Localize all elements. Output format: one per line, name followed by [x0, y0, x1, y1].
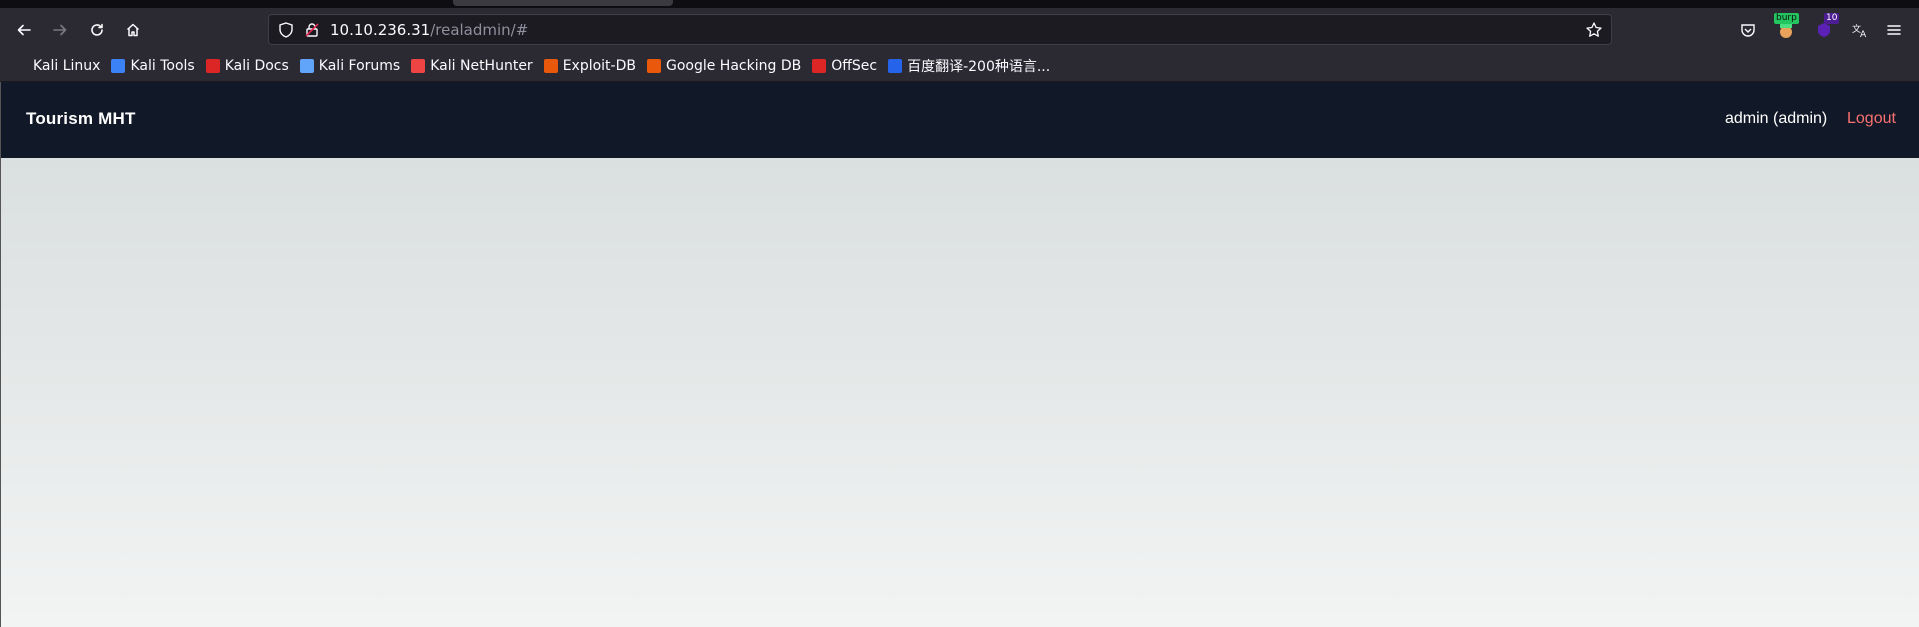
url-text[interactable]: 10.10.236.31/realadmin/# — [330, 20, 528, 40]
url-path: /realadmin/# — [430, 21, 529, 39]
bookmark-label: Kali Linux — [33, 57, 101, 74]
svg-text:A: A — [1860, 30, 1867, 39]
bookmark-item[interactable]: Google Hacking DB — [645, 53, 807, 79]
back-arrow-icon — [17, 24, 31, 36]
url-host: 10.10.236.31 — [330, 21, 431, 39]
translate-icon: 文A — [1852, 23, 1867, 39]
tracking-protection-shield-icon[interactable] — [277, 21, 295, 39]
bookmark-item[interactable]: Exploit-DB — [542, 53, 642, 79]
home-icon — [126, 23, 140, 37]
main-content-area — [1, 158, 1919, 627]
offsec-icon — [812, 58, 827, 73]
bookmark-label: 百度翻译-200种语言... — [907, 58, 1051, 75]
kali-dragon-icon — [14, 58, 28, 73]
counter-extension-button[interactable]: 10 — [1810, 13, 1840, 44]
reload-icon — [91, 23, 103, 36]
current-user-label: admin (admin) — [1725, 110, 1828, 127]
bookmark-item[interactable]: Kali Forums — [298, 53, 406, 79]
bookmark-item[interactable]: OffSec — [810, 53, 883, 79]
burp-badge: burp — [1774, 13, 1799, 24]
bookmarks-toolbar: Kali Linux Kali Tools Kali Docs Kali Forums… — [0, 50, 1919, 82]
app-menu-button[interactable] — [1880, 16, 1908, 44]
back-button[interactable] — [10, 16, 38, 44]
bookmark-item[interactable]: Kali NetHunter — [409, 53, 538, 79]
kali-forums-icon — [299, 58, 314, 73]
kali-docs-icon — [205, 58, 220, 73]
baidu-translate-icon — [888, 58, 903, 73]
web-page: Tourism MHT admin (admin) Logout — [0, 82, 1919, 627]
translate-button[interactable]: 文A — [1846, 16, 1874, 44]
bookmark-label: Kali Tools — [130, 57, 195, 74]
hamburger-menu-icon — [1887, 25, 1901, 35]
browser-toolbar: 10.10.236.31/realadmin/# burp 10 文A — [0, 8, 1919, 50]
bookmark-item[interactable]: Kali Tools — [109, 53, 200, 79]
bookmark-label: Kali Forums — [318, 57, 401, 74]
bookmark-item[interactable]: Kali Linux — [12, 53, 106, 79]
exploit-db-icon — [543, 58, 558, 73]
burp-extension-button[interactable]: burp — [1772, 13, 1800, 44]
bookmark-item[interactable]: 百度翻译-200种语言... — [886, 53, 1056, 79]
bookmark-item[interactable]: Kali Docs — [204, 53, 295, 79]
forward-button[interactable] — [46, 16, 74, 44]
address-bar[interactable]: 10.10.236.31/realadmin/# — [268, 14, 1612, 45]
reload-button[interactable] — [83, 16, 111, 44]
insecure-lock-icon[interactable] — [303, 21, 321, 39]
home-button[interactable] — [119, 16, 147, 44]
bookmark-label: Exploit-DB — [562, 57, 636, 74]
bookmark-star-icon[interactable] — [1585, 21, 1603, 39]
active-tab[interactable] — [453, 0, 673, 6]
pocket-icon — [1741, 24, 1755, 37]
bookmark-label: Kali NetHunter — [430, 57, 533, 74]
forward-arrow-icon — [53, 24, 67, 36]
kali-nethunter-icon — [411, 58, 426, 73]
tab-strip — [0, 0, 1919, 8]
kali-tools-icon — [111, 58, 126, 73]
bookmark-label: Google Hacking DB — [665, 57, 802, 74]
ghdb-icon — [646, 58, 661, 73]
pocket-button[interactable] — [1734, 16, 1762, 44]
extension-count-badge: 10 — [1824, 13, 1840, 24]
logout-link[interactable]: Logout — [1847, 110, 1896, 128]
bookmark-label: OffSec — [831, 57, 878, 74]
top-navbar: Tourism MHT admin (admin) Logout — [1, 82, 1919, 158]
brand-title[interactable]: Tourism MHT — [26, 109, 136, 129]
bookmark-label: Kali Docs — [224, 57, 289, 74]
